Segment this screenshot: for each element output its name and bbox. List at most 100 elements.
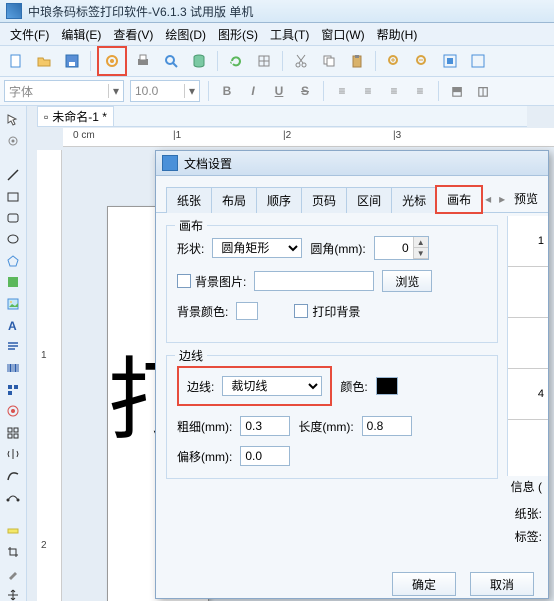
italic-button[interactable]: I	[243, 81, 263, 101]
crop-tool[interactable]	[2, 543, 24, 562]
edge-select-highlight: 边线: 裁切线	[177, 366, 332, 406]
print-button[interactable]	[131, 49, 155, 73]
menu-window[interactable]: 窗口(W)	[315, 24, 370, 45]
image-tool[interactable]	[2, 294, 24, 313]
save-button[interactable]	[60, 49, 84, 73]
edge-color-swatch[interactable]	[376, 377, 398, 395]
spin-up-icon[interactable]: ▲	[414, 237, 428, 248]
strike-button[interactable]: S	[295, 81, 315, 101]
ellipse-tool[interactable]	[2, 230, 24, 249]
grid-button[interactable]	[252, 49, 276, 73]
doc-settings-highlight	[97, 46, 127, 76]
edge-select[interactable]: 裁切线	[222, 376, 322, 396]
align-center-button[interactable]: ≡	[358, 81, 378, 101]
bold-button[interactable]: B	[217, 81, 237, 101]
tab-page[interactable]: 页码	[301, 187, 347, 213]
align-right-button[interactable]: ≡	[384, 81, 404, 101]
font-family-combo[interactable]: 字体 ▾	[4, 80, 124, 102]
target-tool[interactable]	[2, 401, 24, 420]
new-button[interactable]	[4, 49, 28, 73]
menu-shape[interactable]: 图形(S)	[212, 24, 264, 45]
open-button[interactable]	[32, 49, 56, 73]
ok-button[interactable]: 确定	[392, 572, 456, 596]
menu-draw[interactable]: 绘图(D)	[159, 24, 212, 45]
zoom-out-button[interactable]	[410, 49, 434, 73]
select-tool[interactable]	[2, 110, 24, 129]
tool-palette: A	[0, 106, 27, 601]
bgcolor-swatch[interactable]	[236, 302, 258, 320]
grid-tool[interactable]	[2, 423, 24, 442]
tab-canvas[interactable]: 画布	[436, 186, 482, 213]
tab-section[interactable]: 区间	[346, 187, 392, 213]
mirror-tool[interactable]	[2, 444, 24, 463]
underline-button[interactable]: U	[269, 81, 289, 101]
valign-middle-button[interactable]: ◫	[473, 81, 493, 101]
gear-tool[interactable]	[2, 131, 24, 150]
curve-tool[interactable]	[2, 466, 24, 485]
radius-label: 圆角(mm):	[310, 240, 365, 257]
canvas-group: 画布 形状: 圆角矩形 圆角(mm): ▲▼ 背景图片:	[166, 225, 498, 343]
browse-button[interactable]: 浏览	[382, 270, 432, 292]
radius-input[interactable]	[375, 238, 413, 258]
printbg-checkbox[interactable]: 打印背景	[294, 303, 360, 320]
radius-spinner[interactable]: ▲▼	[374, 236, 429, 260]
bgimg-label: 背景图片:	[195, 273, 246, 290]
thick-input[interactable]	[240, 416, 290, 436]
zoom-button[interactable]	[159, 49, 183, 73]
refresh-button[interactable]	[224, 49, 248, 73]
length-input[interactable]	[362, 416, 412, 436]
bgimg-checkbox[interactable]: 背景图片:	[177, 273, 246, 290]
roundrect-tool[interactable]	[2, 208, 24, 227]
thick-label: 粗细(mm):	[177, 418, 232, 435]
copy-button[interactable]	[317, 49, 341, 73]
valign-top-button[interactable]: ⬒	[447, 81, 467, 101]
doc-tab-1[interactable]: ▫ 未命名-1 *	[37, 106, 114, 126]
menu-tool[interactable]: 工具(T)	[264, 24, 315, 45]
ruler-tick: 0 cm	[73, 130, 95, 141]
zoom-in-button[interactable]	[382, 49, 406, 73]
database-button[interactable]	[187, 49, 211, 73]
zoom-actual-button[interactable]	[466, 49, 490, 73]
richtext-tool[interactable]	[2, 337, 24, 356]
menu-edit[interactable]: 编辑(E)	[55, 24, 107, 45]
chevron-down-icon: ▾	[184, 84, 195, 98]
tab-layout[interactable]: 布局	[211, 187, 257, 213]
offset-input[interactable]	[240, 446, 290, 466]
zoom-fit-button[interactable]	[438, 49, 462, 73]
align-left-button[interactable]: ≡	[332, 81, 352, 101]
doc-settings-button[interactable]	[100, 49, 124, 73]
tab-nav-left-icon[interactable]: ◂	[481, 192, 495, 206]
tab-nav-right-icon[interactable]: ▸	[495, 192, 509, 206]
ruler-horizontal: 0 cm |1 |2 |3	[63, 128, 554, 147]
ruler-tool[interactable]	[2, 521, 24, 540]
length-label: 长度(mm):	[298, 418, 353, 435]
rect-tool[interactable]	[2, 187, 24, 206]
align-justify-button[interactable]: ≡	[410, 81, 430, 101]
menu-help[interactable]: 帮助(H)	[371, 24, 424, 45]
cancel-button[interactable]: 取消	[470, 572, 534, 596]
menu-view[interactable]: 查看(V)	[107, 24, 159, 45]
eyedrop-tool[interactable]	[2, 564, 24, 583]
barcode-tool[interactable]	[2, 358, 24, 377]
polygon-tool[interactable]	[2, 251, 24, 270]
bgimg-path-input[interactable]	[254, 271, 374, 291]
menubar: 文件(F) 编辑(E) 查看(V) 绘图(D) 图形(S) 工具(T) 窗口(W…	[0, 23, 554, 46]
fill-tool[interactable]	[2, 273, 24, 292]
bezier-tool[interactable]	[2, 487, 24, 506]
text-tool[interactable]: A	[2, 316, 24, 335]
tab-cursor[interactable]: 光标	[391, 187, 437, 213]
qrcode-tool[interactable]	[2, 380, 24, 399]
cut-button[interactable]	[289, 49, 313, 73]
checkbox-icon	[177, 274, 191, 288]
tab-paper[interactable]: 纸张	[166, 187, 212, 213]
paste-button[interactable]	[345, 49, 369, 73]
dialog-titlebar[interactable]: 文档设置	[156, 151, 548, 176]
move-tool[interactable]	[2, 585, 24, 601]
line-tool[interactable]	[2, 165, 24, 184]
tab-order[interactable]: 顺序	[256, 187, 302, 213]
menu-file[interactable]: 文件(F)	[4, 24, 55, 45]
spin-down-icon[interactable]: ▼	[414, 248, 428, 259]
shape-select[interactable]: 圆角矩形	[212, 238, 302, 258]
font-size-combo[interactable]: 10.0 ▾	[130, 80, 200, 102]
info-label: 信息 (	[492, 478, 542, 495]
